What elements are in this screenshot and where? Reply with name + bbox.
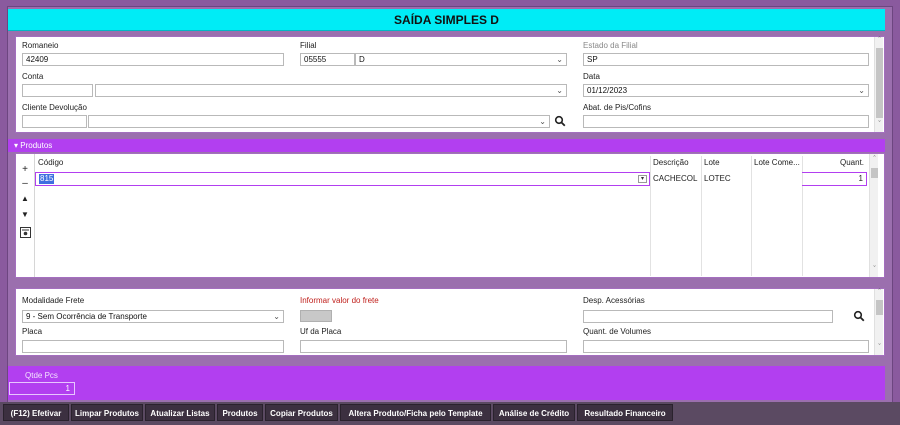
chevron-down-icon: ⌄ — [556, 55, 563, 64]
qtde-pcs-label: Qtde Pcs — [25, 371, 58, 380]
placa-label: Placa — [22, 327, 43, 336]
import-list-icon[interactable] — [20, 227, 31, 238]
limpar-produtos-button[interactable]: Limpar Produtos — [71, 404, 143, 421]
scroll-up-icon[interactable]: ˆ — [875, 289, 884, 296]
romaneio-input[interactable]: 42409 — [22, 53, 284, 66]
collapse-triangle-icon: ▾ — [14, 141, 19, 150]
modalidade-frete-label: Modalidade Frete — [22, 296, 85, 305]
romaneio-value: 42409 — [26, 55, 49, 64]
chevron-down-icon: ⌄ — [556, 86, 563, 95]
analise-credito-button[interactable]: Análise de Crédito — [493, 404, 575, 421]
romaneio-label: Romaneio — [22, 41, 59, 50]
page-title: SAÍDA SIMPLES D — [8, 9, 885, 31]
qtde-pcs-value: 1 — [65, 384, 70, 393]
col-descricao-header[interactable]: Descrição — [653, 158, 689, 167]
lote-cell: LOTEC — [704, 174, 731, 183]
conta-label: Conta — [22, 72, 44, 81]
scroll-up-icon[interactable]: ˆ — [875, 37, 884, 44]
frete-scrollbar[interactable]: ˆ ˇ — [874, 289, 883, 355]
filial-name-value: D — [359, 55, 365, 64]
filial-code-value: 05555 — [304, 55, 327, 64]
qtde-pcs-field: 1 — [9, 382, 75, 395]
estado-filial-value: SP — [587, 55, 598, 64]
col-quant-header[interactable]: Quant. — [840, 158, 864, 167]
placa-input[interactable] — [22, 340, 284, 353]
remove-row-icon[interactable]: – — [18, 178, 32, 189]
table-row[interactable]: 815 ▾ CACHECOL LOTEC 1 — [35, 172, 867, 186]
add-row-icon[interactable]: + — [18, 164, 32, 175]
desp-acessorias-label: Desp. Acessórias — [583, 296, 645, 305]
uf-placa-label: Uf da Placa — [300, 327, 342, 336]
quant-value: 1 — [858, 174, 863, 183]
data-select[interactable]: 01/12/2023 ⌄ — [583, 84, 869, 97]
quant-volumes-input[interactable] — [583, 340, 869, 353]
estado-filial-label: Estado da Filial — [583, 41, 638, 50]
col-lote-come-header[interactable]: Lote Come... — [754, 158, 800, 167]
quant-volumes-label: Quant. de Volumes — [583, 327, 652, 336]
modalidade-frete-select[interactable]: 9 - Sem Ocorrência de Transporte ⌄ — [22, 310, 284, 323]
chevron-down-icon: ⌄ — [539, 117, 546, 126]
grid-scrollbar[interactable]: ˆ ˇ — [869, 154, 878, 277]
col-lote-header[interactable]: Lote — [704, 158, 720, 167]
produtos-section-label: Produtos — [20, 141, 53, 150]
filial-name-select[interactable]: D ⌄ — [355, 53, 567, 66]
filial-label: Filial — [300, 41, 317, 50]
abat-pis-cofins-label: Abat. de Pis/Cofins — [583, 103, 652, 112]
data-label: Data — [583, 72, 600, 81]
move-down-icon[interactable]: ▼ — [18, 210, 32, 219]
scroll-up-icon[interactable]: ˆ — [870, 156, 879, 163]
resultado-financeiro-button[interactable]: Resultado Financeiro — [577, 404, 673, 421]
scroll-down-icon[interactable]: ˇ — [875, 344, 884, 351]
produtos-button[interactable]: Produtos — [217, 404, 263, 421]
codigo-value[interactable]: 815 — [39, 174, 55, 184]
filial-code-input[interactable]: 05555 — [300, 53, 355, 66]
descricao-cell: CACHECOL — [653, 174, 698, 183]
uf-placa-input[interactable] — [300, 340, 567, 353]
informar-valor-frete-label: Informar valor do frete — [300, 296, 379, 305]
scroll-down-icon[interactable]: ˇ — [870, 266, 879, 273]
codigo-cell-editor[interactable]: 815 ▾ — [35, 172, 650, 186]
modalidade-frete-value: 9 - Sem Ocorrência de Transporte — [26, 312, 147, 321]
altera-produto-template-button[interactable]: Altera Produto/Ficha pelo Template — [340, 404, 491, 421]
scroll-thumb[interactable] — [871, 168, 878, 178]
quant-cell[interactable]: 1 — [802, 172, 867, 186]
chevron-down-icon: ⌄ — [273, 312, 280, 321]
scroll-down-icon[interactable]: ˇ — [875, 121, 884, 128]
cliente-devolucao-label: Cliente Devolução — [22, 103, 87, 112]
conta-name-select[interactable]: ⌄ — [95, 84, 567, 97]
totals-bar — [8, 366, 885, 400]
informar-valor-frete-toggle[interactable] — [300, 310, 332, 322]
col-codigo-header[interactable]: Código — [38, 158, 63, 167]
produtos-section-header[interactable]: ▾ Produtos — [8, 139, 885, 152]
codigo-dropdown-icon[interactable]: ▾ — [638, 175, 647, 183]
search-icon[interactable] — [853, 310, 865, 322]
abat-pis-cofins-input[interactable] — [583, 115, 869, 128]
conta-code-input[interactable] — [22, 84, 93, 97]
chevron-down-icon: ⌄ — [858, 86, 865, 95]
move-up-icon[interactable]: ▲ — [18, 194, 32, 203]
scroll-thumb[interactable] — [876, 300, 883, 315]
data-value: 01/12/2023 — [587, 86, 628, 95]
search-icon[interactable] — [554, 115, 566, 127]
desp-acessorias-input[interactable] — [583, 310, 833, 323]
copiar-produtos-button[interactable]: Copiar Produtos — [265, 404, 338, 421]
efetivar-button[interactable]: (F12) Efetivar — [3, 404, 69, 421]
scroll-thumb[interactable] — [876, 48, 883, 118]
cliente-name-select[interactable]: ⌄ — [88, 115, 550, 128]
estado-filial-input[interactable]: SP — [583, 53, 869, 66]
atualizar-listas-button[interactable]: Atualizar Listas — [145, 404, 215, 421]
cliente-code-input[interactable] — [22, 115, 87, 128]
header-scrollbar[interactable]: ˆ ˇ — [874, 37, 883, 132]
